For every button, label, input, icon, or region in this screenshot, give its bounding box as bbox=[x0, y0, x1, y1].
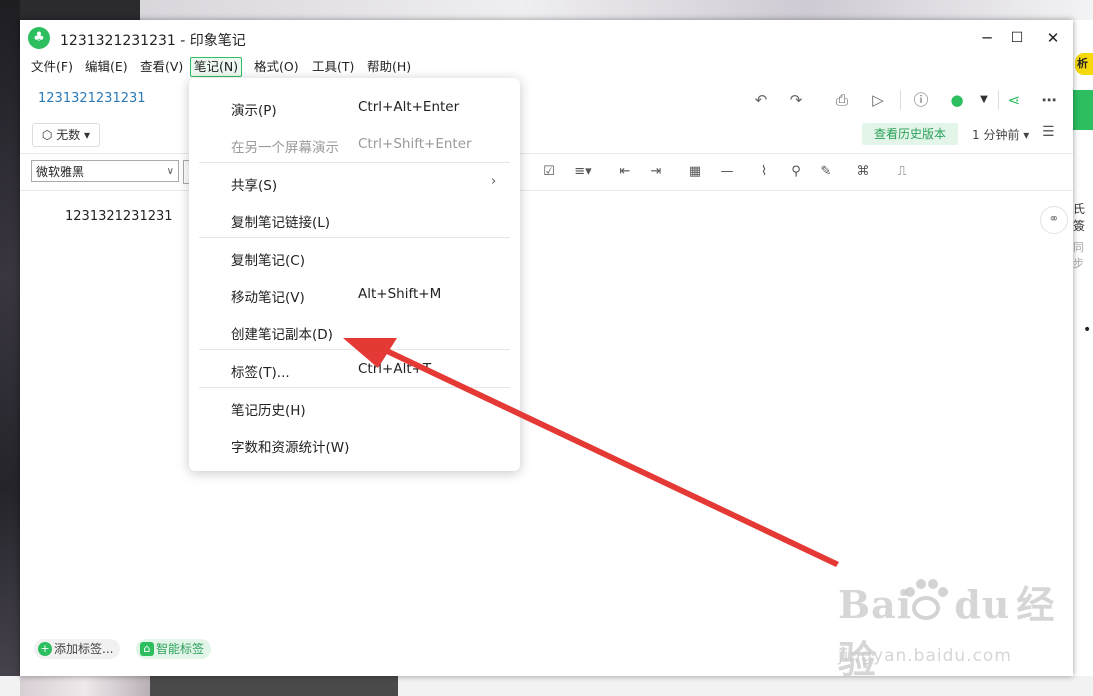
close-button[interactable]: ✕ bbox=[1038, 26, 1068, 50]
smart-tag-button[interactable]: ⌂ 智能标签 bbox=[136, 639, 212, 659]
plus-icon: + bbox=[38, 642, 52, 656]
right-badge: 析 bbox=[1075, 53, 1093, 75]
attach-icon[interactable]: ⌇ bbox=[753, 163, 775, 181]
menu-item-present[interactable]: 演示(P) bbox=[231, 99, 277, 119]
toolbar-divider bbox=[998, 90, 999, 110]
stamp-icon[interactable]: ⎍ bbox=[891, 163, 913, 181]
menu-item-copy-note[interactable]: 复制笔记(C) bbox=[231, 249, 305, 269]
menu-item-tags[interactable]: 标签(T)... bbox=[231, 361, 290, 381]
chevron-down-icon: ∨ bbox=[166, 166, 174, 177]
menu-note[interactable]: 笔记(N) bbox=[190, 57, 243, 77]
font-family-value: 微软雅黑 bbox=[36, 165, 85, 179]
present-icon[interactable]: ▷ bbox=[867, 89, 889, 111]
right-green-bar bbox=[1073, 90, 1093, 130]
menu-item-duplicate-note[interactable]: 创建笔记副本(D) bbox=[231, 323, 333, 343]
note-title[interactable]: 1231321231231 bbox=[65, 209, 173, 224]
maximize-button[interactable]: ☐ bbox=[1002, 26, 1032, 50]
menu-format[interactable]: 格式(O) bbox=[251, 58, 302, 76]
shortcut-present-other-screen: Ctrl+Shift+Enter bbox=[358, 136, 472, 152]
more-icon[interactable]: ⋯ bbox=[1038, 89, 1060, 111]
info-icon[interactable]: ⓘ bbox=[910, 89, 932, 111]
draw-icon[interactable]: ✎ bbox=[815, 163, 837, 181]
menu-separator bbox=[199, 162, 510, 163]
toolbar-divider bbox=[900, 90, 901, 110]
table-icon[interactable]: ▦ bbox=[684, 163, 706, 181]
menu-view[interactable]: 查看(V) bbox=[137, 58, 186, 76]
last-edit-time[interactable]: 1 分钟前 ▾ bbox=[972, 126, 1029, 143]
menu-tools[interactable]: 工具(T) bbox=[309, 58, 357, 76]
redo-icon[interactable]: ↷ bbox=[785, 89, 807, 111]
right-subtext: 同步 bbox=[1073, 241, 1084, 270]
indent-icon[interactable]: ⇥ bbox=[645, 163, 667, 181]
last-edit-time-label: 1 分钟前 bbox=[972, 128, 1020, 142]
outdent-icon[interactable]: ⇤ bbox=[614, 163, 636, 181]
smart-tag-icon: ⌂ bbox=[140, 642, 154, 656]
title-bar: ♣ 1231321231231 - 印象笔记 ─ ☐ ✕ bbox=[20, 20, 1073, 56]
note-menu-dropdown: 演示(P) Ctrl+Alt+Enter 在另一个屏幕演示 Ctrl+Shift… bbox=[189, 78, 520, 471]
menu-help[interactable]: 帮助(H) bbox=[364, 58, 414, 76]
menu-item-move-note[interactable]: 移动笔记(V) bbox=[231, 286, 305, 306]
smart-tag-label: 智能标签 bbox=[156, 642, 205, 656]
font-family-select[interactable]: 微软雅黑 ∨ bbox=[31, 160, 179, 182]
menu-separator bbox=[199, 387, 510, 388]
chevron-down-icon[interactable]: ▼ bbox=[973, 89, 995, 111]
code-icon[interactable]: ⌘ bbox=[852, 163, 874, 181]
undo-icon[interactable]: ↶ bbox=[750, 89, 772, 111]
right-text: 氏簽 bbox=[1073, 202, 1086, 233]
hr-icon[interactable]: — bbox=[716, 163, 738, 181]
divider bbox=[20, 190, 1073, 191]
share-user-icon[interactable]: ● bbox=[946, 89, 968, 111]
add-tag-label: 添加标签... bbox=[54, 642, 114, 656]
chevron-right-icon: › bbox=[491, 174, 497, 189]
watermark-brand-2: du bbox=[954, 582, 1011, 627]
tag-selector-label: 无数 bbox=[56, 128, 81, 142]
note-link-icon[interactable]: ⚭ bbox=[1040, 206, 1068, 234]
background-window-strip bbox=[140, 0, 1093, 20]
tag-selector-button[interactable]: ⬡ 无数 ▾ bbox=[32, 123, 100, 147]
minimize-button[interactable]: ─ bbox=[972, 26, 1002, 50]
add-tag-button[interactable]: + 添加标签... bbox=[34, 639, 121, 659]
right-dot: • bbox=[1083, 322, 1092, 338]
background-image bbox=[20, 676, 150, 696]
menu-file[interactable]: 文件(F) bbox=[28, 58, 76, 76]
menu-item-present-other-screen[interactable]: 在另一个屏幕演示 bbox=[231, 136, 339, 156]
evernote-logo-icon: ♣ bbox=[28, 27, 50, 49]
window-title: 1231321231231 - 印象笔记 bbox=[60, 33, 246, 49]
menu-item-copy-link[interactable]: 复制笔记链接(L) bbox=[231, 211, 330, 231]
watermark-url: jingyan.baidu.com bbox=[838, 646, 1012, 666]
menu-item-word-count[interactable]: 字数和资源统计(W) bbox=[231, 436, 349, 456]
print-icon[interactable]: ⎙ bbox=[831, 89, 853, 111]
checkbox-icon[interactable]: ☑ bbox=[538, 163, 560, 181]
baidu-paw-icon bbox=[905, 579, 948, 620]
baidu-watermark: Bai du 经验 jingyan.baidu.com bbox=[838, 574, 1093, 684]
menu-edit[interactable]: 编辑(E) bbox=[82, 58, 131, 76]
shortcut-tags: Ctrl+Alt+T bbox=[358, 361, 432, 377]
align-icon[interactable]: ≡▾ bbox=[572, 163, 594, 181]
background-panel bbox=[150, 676, 398, 696]
outline-icon[interactable]: ☰ bbox=[1042, 124, 1055, 140]
menu-separator bbox=[199, 237, 510, 238]
menu-item-share[interactable]: 共享(S) bbox=[231, 174, 277, 194]
desktop-background bbox=[0, 0, 20, 696]
share-icon[interactable]: ⋖ bbox=[1003, 89, 1025, 111]
view-history-button[interactable]: 查看历史版本 bbox=[862, 123, 958, 145]
link-icon[interactable]: ⚲ bbox=[785, 163, 807, 181]
menu-separator bbox=[199, 349, 510, 350]
menu-item-note-history[interactable]: 笔记历史(H) bbox=[231, 399, 306, 419]
divider bbox=[20, 153, 1073, 154]
shortcut-move-note: Alt+Shift+M bbox=[358, 286, 442, 302]
notebook-link[interactable]: 1231321231231 bbox=[38, 91, 146, 106]
shortcut-present: Ctrl+Alt+Enter bbox=[358, 99, 460, 115]
